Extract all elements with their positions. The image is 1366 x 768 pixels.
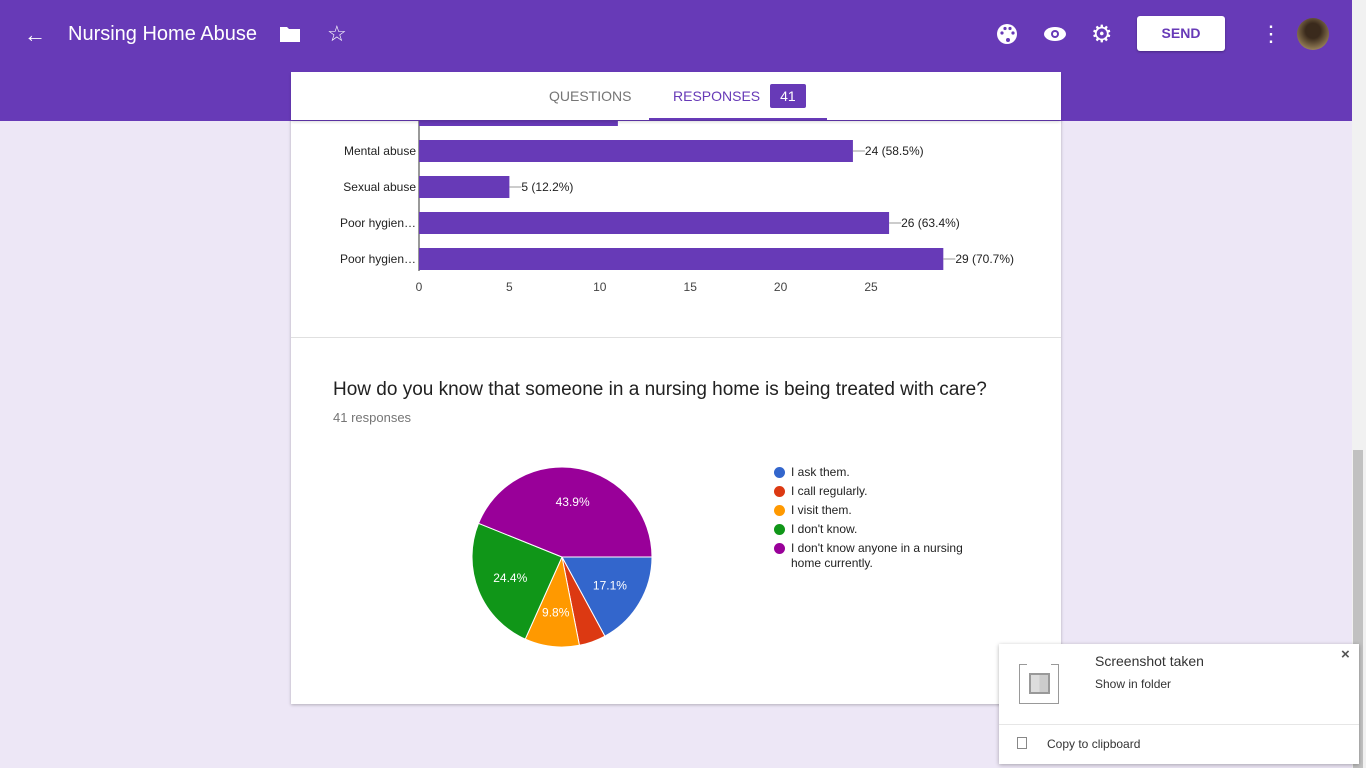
avatar[interactable]: [1297, 18, 1329, 50]
x-tick-label: 0: [416, 280, 423, 294]
x-tick-label: 10: [593, 280, 607, 294]
copy-to-clipboard-button[interactable]: Copy to clipboard: [999, 725, 1359, 764]
arrow-back-icon[interactable]: ←: [24, 22, 46, 48]
eye-icon[interactable]: [1043, 26, 1067, 42]
bar-value-label: 24 (58.5%): [865, 144, 924, 158]
form-title[interactable]: Nursing Home Abuse: [68, 23, 257, 46]
toast-title: Screenshot taken: [1095, 653, 1204, 669]
tab-bar: QUESTIONS RESPONSES 41: [291, 72, 1061, 120]
palette-icon[interactable]: [996, 23, 1018, 45]
send-button[interactable]: SEND: [1137, 16, 1225, 51]
tab-questions[interactable]: QUESTIONS: [549, 72, 631, 120]
more-vert-icon[interactable]: ⋮: [1260, 21, 1282, 47]
pie-slice-label: 17.1%: [593, 579, 627, 593]
bar-value-label: 26 (63.4%): [901, 216, 960, 230]
x-tick-label: 25: [864, 280, 878, 294]
x-tick-label: 5: [506, 280, 513, 294]
pie-slice-label: 43.9%: [556, 495, 590, 509]
copy-label: Copy to clipboard: [1047, 737, 1141, 751]
bar: [419, 248, 944, 270]
screenshot-notification: Screenshot taken Show in folder × Copy t…: [999, 644, 1359, 764]
bar: [419, 212, 890, 234]
tab-responses[interactable]: RESPONSES 41: [649, 72, 827, 120]
x-tick-label: 20: [774, 280, 788, 294]
close-icon[interactable]: ×: [1341, 646, 1350, 663]
bar-category-label: Mental abuse: [344, 144, 416, 158]
bar: [419, 140, 853, 162]
show-in-folder-link[interactable]: Show in folder: [1095, 677, 1171, 691]
bar-category-label: Poor hygien…: [340, 216, 416, 230]
bar-value-label: 5 (12.2%): [521, 180, 573, 194]
response-count-badge: 41: [770, 84, 806, 108]
bar-category-label: Sexual abuse: [343, 180, 416, 194]
bar-category-label: Poor hygien…: [340, 252, 416, 266]
tab-label: QUESTIONS: [549, 88, 632, 104]
image-icon: [1029, 673, 1050, 694]
bar: [419, 176, 510, 198]
tab-label: RESPONSES: [673, 88, 761, 104]
pie-slice-label: 24.4%: [493, 571, 527, 585]
star-outline-icon[interactable]: ☆: [327, 21, 347, 47]
gear-icon[interactable]: ⚙: [1091, 20, 1113, 49]
pie-slice-label: 9.8%: [542, 605, 570, 619]
copy-icon: [1017, 737, 1027, 749]
bar-value-label: 29 (70.7%): [955, 252, 1014, 266]
x-tick-label: 15: [684, 280, 698, 294]
folder-icon[interactable]: [279, 25, 301, 43]
